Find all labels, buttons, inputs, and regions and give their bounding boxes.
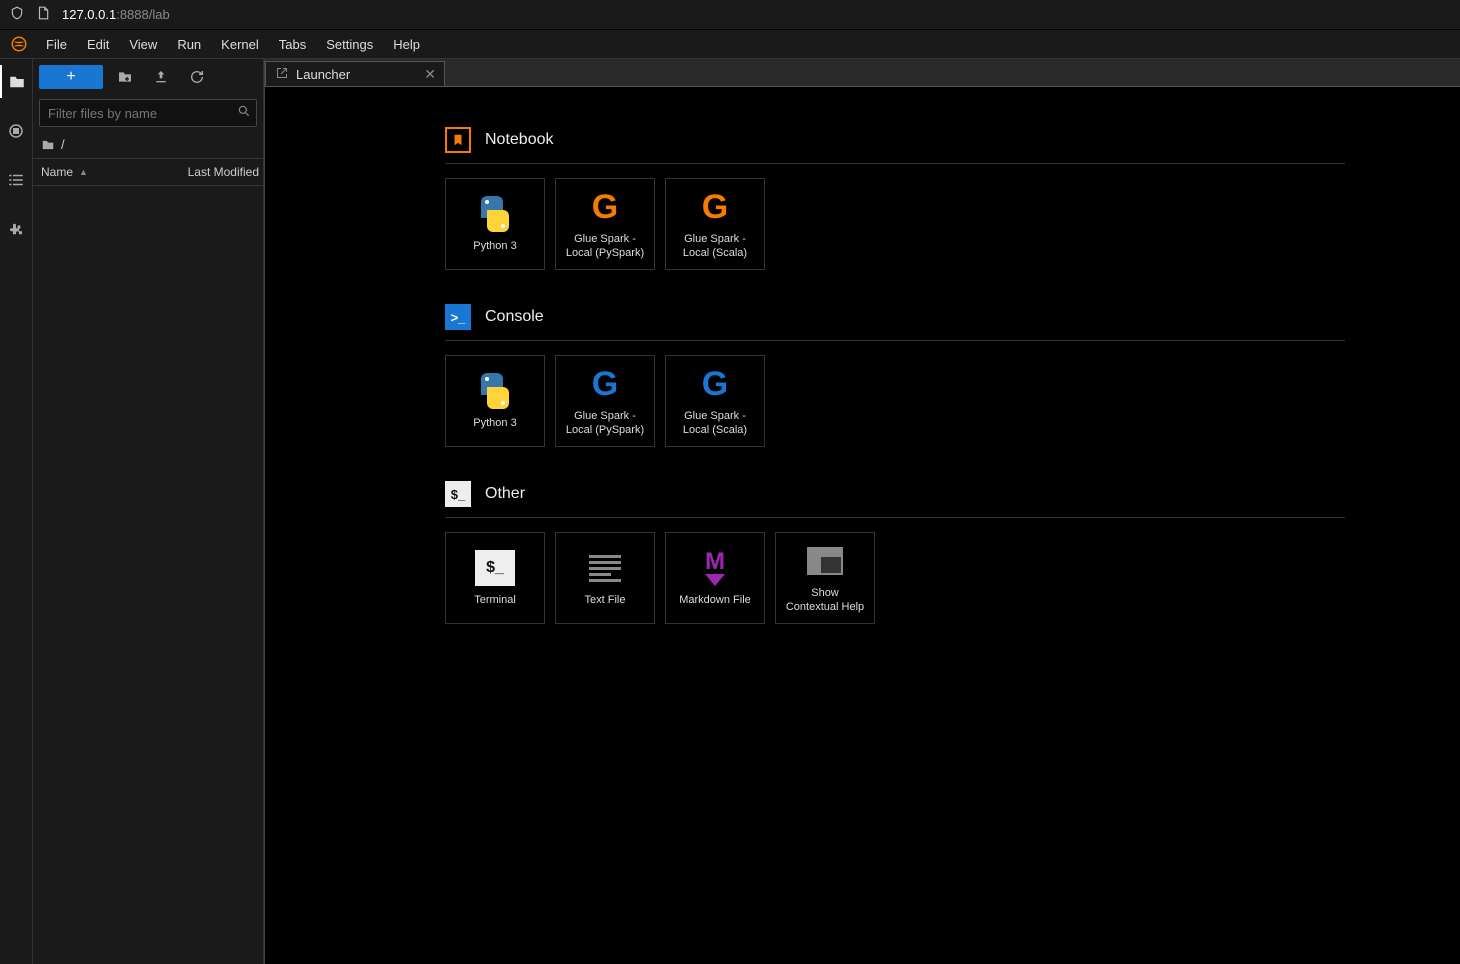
tab-title: Launcher: [296, 67, 350, 82]
card-label: Text File: [585, 594, 626, 608]
file-toolbar: +: [33, 59, 263, 95]
breadcrumb[interactable]: /: [33, 131, 263, 159]
divider: [445, 517, 1345, 518]
url-rest: :8888/lab: [116, 7, 170, 22]
python-icon: [475, 194, 515, 234]
card-label: Terminal: [474, 594, 516, 608]
launcher-card-python3-console[interactable]: Python 3: [445, 355, 545, 447]
menu-tabs[interactable]: Tabs: [269, 33, 316, 56]
terminal-icon: $_: [445, 481, 471, 507]
card-label: Glue Spark - Local (Scala): [683, 410, 747, 438]
main-area: Launcher ✕ Notebook: [264, 59, 1460, 964]
new-launcher-button[interactable]: +: [39, 65, 103, 89]
launcher-card-contextual-help[interactable]: Show Contextual Help: [775, 532, 875, 624]
terminal-icon: $_: [475, 548, 515, 588]
section-notebook: Notebook Python 3 G Glue Spark - Local (…: [445, 127, 1460, 270]
launcher-content: Notebook Python 3 G Glue Spark - Local (…: [265, 87, 1460, 964]
card-label: Glue Spark - Local (PySpark): [566, 233, 644, 261]
activity-filebrowser-icon[interactable]: [0, 65, 33, 98]
section-other: $_ Other $_ Terminal Text File: [445, 481, 1460, 624]
breadcrumb-path: /: [61, 137, 65, 152]
glue-icon: G: [592, 364, 618, 404]
new-folder-icon[interactable]: [111, 65, 139, 89]
file-list-empty: [33, 186, 263, 964]
url-host: 127.0.0.1: [62, 7, 116, 22]
file-list-header: Name ▲ Last Modified: [33, 159, 263, 186]
section-title: Other: [485, 485, 525, 503]
menu-view[interactable]: View: [119, 33, 167, 56]
markdown-icon: M: [705, 548, 725, 588]
menu-kernel[interactable]: Kernel: [211, 33, 269, 56]
launcher-card-glue-scala-console[interactable]: G Glue Spark - Local (Scala): [665, 355, 765, 447]
card-label: Python 3: [473, 240, 516, 254]
search-icon: [237, 104, 251, 123]
column-modified[interactable]: Last Modified: [168, 159, 263, 185]
refresh-icon[interactable]: [183, 65, 211, 89]
menu-settings[interactable]: Settings: [316, 33, 383, 56]
activity-toc-icon[interactable]: [0, 163, 33, 196]
section-title: Console: [485, 308, 544, 326]
menu-help[interactable]: Help: [383, 33, 430, 56]
section-console: >_ Console Python 3 G Glue Spark - Local…: [445, 304, 1460, 447]
url-text[interactable]: 127.0.0.1:8888/lab: [62, 7, 170, 22]
contextual-help-icon: [807, 541, 843, 581]
launch-icon: [276, 67, 288, 82]
upload-icon[interactable]: [147, 65, 175, 89]
file-browser-panel: + / Name ▲ Last Modifi: [33, 59, 264, 964]
tab-bar: Launcher ✕: [265, 59, 1460, 87]
launcher-card-glue-pyspark-notebook[interactable]: G Glue Spark - Local (PySpark): [555, 178, 655, 270]
menu-file[interactable]: File: [36, 33, 77, 56]
launcher-card-python3-notebook[interactable]: Python 3: [445, 178, 545, 270]
launcher-card-markdown-file[interactable]: M Markdown File: [665, 532, 765, 624]
activity-extensions-icon[interactable]: [0, 212, 33, 245]
menu-run[interactable]: Run: [167, 33, 211, 56]
console-icon: >_: [445, 304, 471, 330]
tab-launcher[interactable]: Launcher ✕: [265, 61, 445, 86]
card-label: Glue Spark - Local (Scala): [683, 233, 747, 261]
menu-edit[interactable]: Edit: [77, 33, 119, 56]
divider: [445, 163, 1345, 164]
section-title: Notebook: [485, 131, 554, 149]
folder-icon: [41, 138, 55, 152]
card-label: Markdown File: [679, 594, 751, 608]
menu-bar: File Edit View Run Kernel Tabs Settings …: [0, 30, 1460, 59]
card-label: Python 3: [473, 417, 516, 431]
column-name[interactable]: Name ▲: [33, 159, 168, 185]
launcher-card-text-file[interactable]: Text File: [555, 532, 655, 624]
jupyter-logo-icon: [8, 33, 30, 55]
launcher-card-terminal[interactable]: $_ Terminal: [445, 532, 545, 624]
python-icon: [475, 371, 515, 411]
close-icon[interactable]: ✕: [424, 66, 436, 83]
card-label: Glue Spark - Local (PySpark): [566, 410, 644, 438]
page-icon: [36, 6, 50, 23]
column-name-label: Name: [41, 165, 73, 179]
launcher-card-glue-scala-notebook[interactable]: G Glue Spark - Local (Scala): [665, 178, 765, 270]
sort-asc-icon: ▲: [79, 167, 88, 177]
shield-icon: [10, 6, 24, 23]
notebook-icon: [445, 127, 471, 153]
browser-url-bar: 127.0.0.1:8888/lab: [0, 0, 1460, 30]
file-filter-input[interactable]: [39, 99, 257, 127]
glue-icon: G: [702, 187, 728, 227]
text-file-icon: [589, 548, 621, 588]
glue-icon: G: [702, 364, 728, 404]
activity-running-icon[interactable]: [0, 114, 33, 147]
file-filter: [39, 99, 257, 127]
divider: [445, 340, 1345, 341]
card-label: Show Contextual Help: [786, 587, 864, 615]
glue-icon: G: [592, 187, 618, 227]
launcher-card-glue-pyspark-console[interactable]: G Glue Spark - Local (PySpark): [555, 355, 655, 447]
activity-bar: [0, 59, 33, 964]
